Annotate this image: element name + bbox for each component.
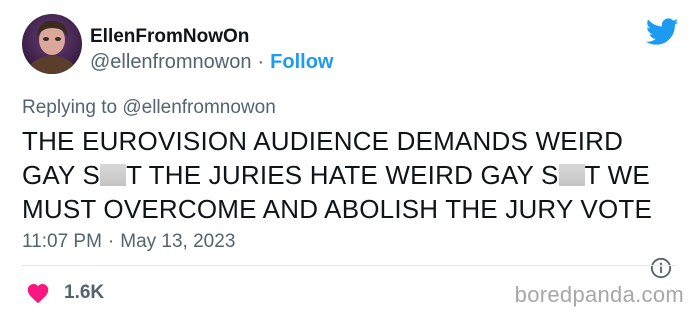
tweet-text: THE EUROVISION AUDIENCE DEMANDS WEIRD GA… <box>22 124 682 226</box>
tweet-time: 11:07 PM <box>22 231 102 252</box>
handle-separator: · <box>257 51 265 73</box>
heart-icon[interactable] <box>26 282 50 304</box>
watermark: boredpanda.com <box>514 282 684 307</box>
tweet-card: EllenFromNowOn @ellenfromnowon · Follow Re… <box>0 0 700 319</box>
author-display-name[interactable]: EllenFromNowOn <box>90 26 249 48</box>
info-icon[interactable] <box>650 257 672 279</box>
like-count[interactable]: 1.6K <box>64 282 104 304</box>
author-handle-row: @ellenfromnowon · Follow <box>90 51 334 74</box>
tweet-timestamp[interactable]: 11:07 PM · May 13, 2023 <box>22 231 235 253</box>
divider <box>22 265 677 266</box>
follow-button[interactable]: Follow <box>270 51 333 73</box>
censor-block <box>100 164 127 186</box>
timestamp-separator: · <box>107 231 115 252</box>
censor-block <box>558 164 585 186</box>
avatar[interactable] <box>22 14 82 74</box>
tweet-date: May 13, 2023 <box>120 231 236 252</box>
twitter-bird-icon[interactable] <box>646 18 679 46</box>
replying-to-handle[interactable]: @ellenfromnowon <box>122 97 275 118</box>
replying-to-prefix: Replying to <box>22 97 123 118</box>
tweet-text-part-2: T THE JURIES HATE WEIRD GAY S <box>126 160 559 190</box>
replying-to-line: Replying to @ellenfromnowon <box>22 97 276 119</box>
author-handle[interactable]: @ellenfromnowon <box>90 51 252 73</box>
